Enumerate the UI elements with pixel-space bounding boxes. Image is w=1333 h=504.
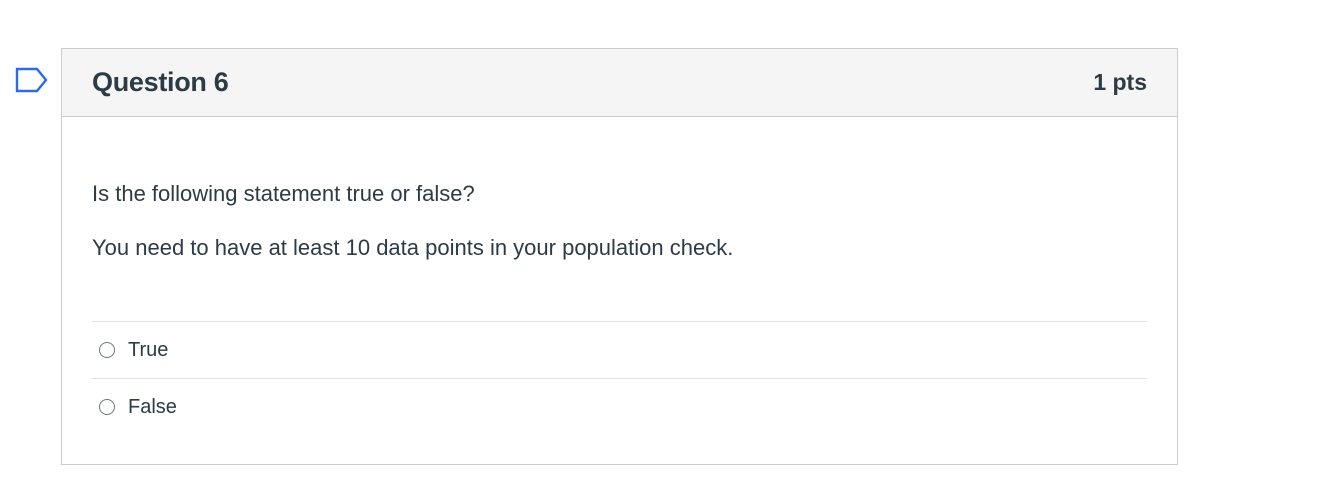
question-prompt: Is the following statement true or false… — [92, 181, 475, 206]
answer-option-true[interactable]: True — [92, 322, 1147, 379]
flag-question-icon[interactable] — [15, 67, 49, 93]
question-body: Is the following statement true or false… — [62, 117, 1177, 435]
question-title: Question 6 — [92, 67, 229, 97]
question-card: Question 6 1 pts Is the following statem… — [61, 48, 1178, 465]
question-points: 1 pts — [1093, 69, 1147, 95]
answer-label[interactable]: True — [128, 339, 168, 362]
question-header: Question 6 1 pts — [62, 49, 1177, 117]
radio-unchecked-icon[interactable] — [99, 399, 115, 415]
answer-list: True False — [92, 321, 1147, 435]
answer-label[interactable]: False — [128, 396, 177, 419]
answer-option-false[interactable]: False — [92, 379, 1147, 435]
question-statement: You need to have at least 10 data points… — [92, 235, 734, 260]
quiz-page: Question 6 1 pts Is the following statem… — [0, 0, 1333, 504]
radio-unchecked-icon[interactable] — [99, 342, 115, 358]
